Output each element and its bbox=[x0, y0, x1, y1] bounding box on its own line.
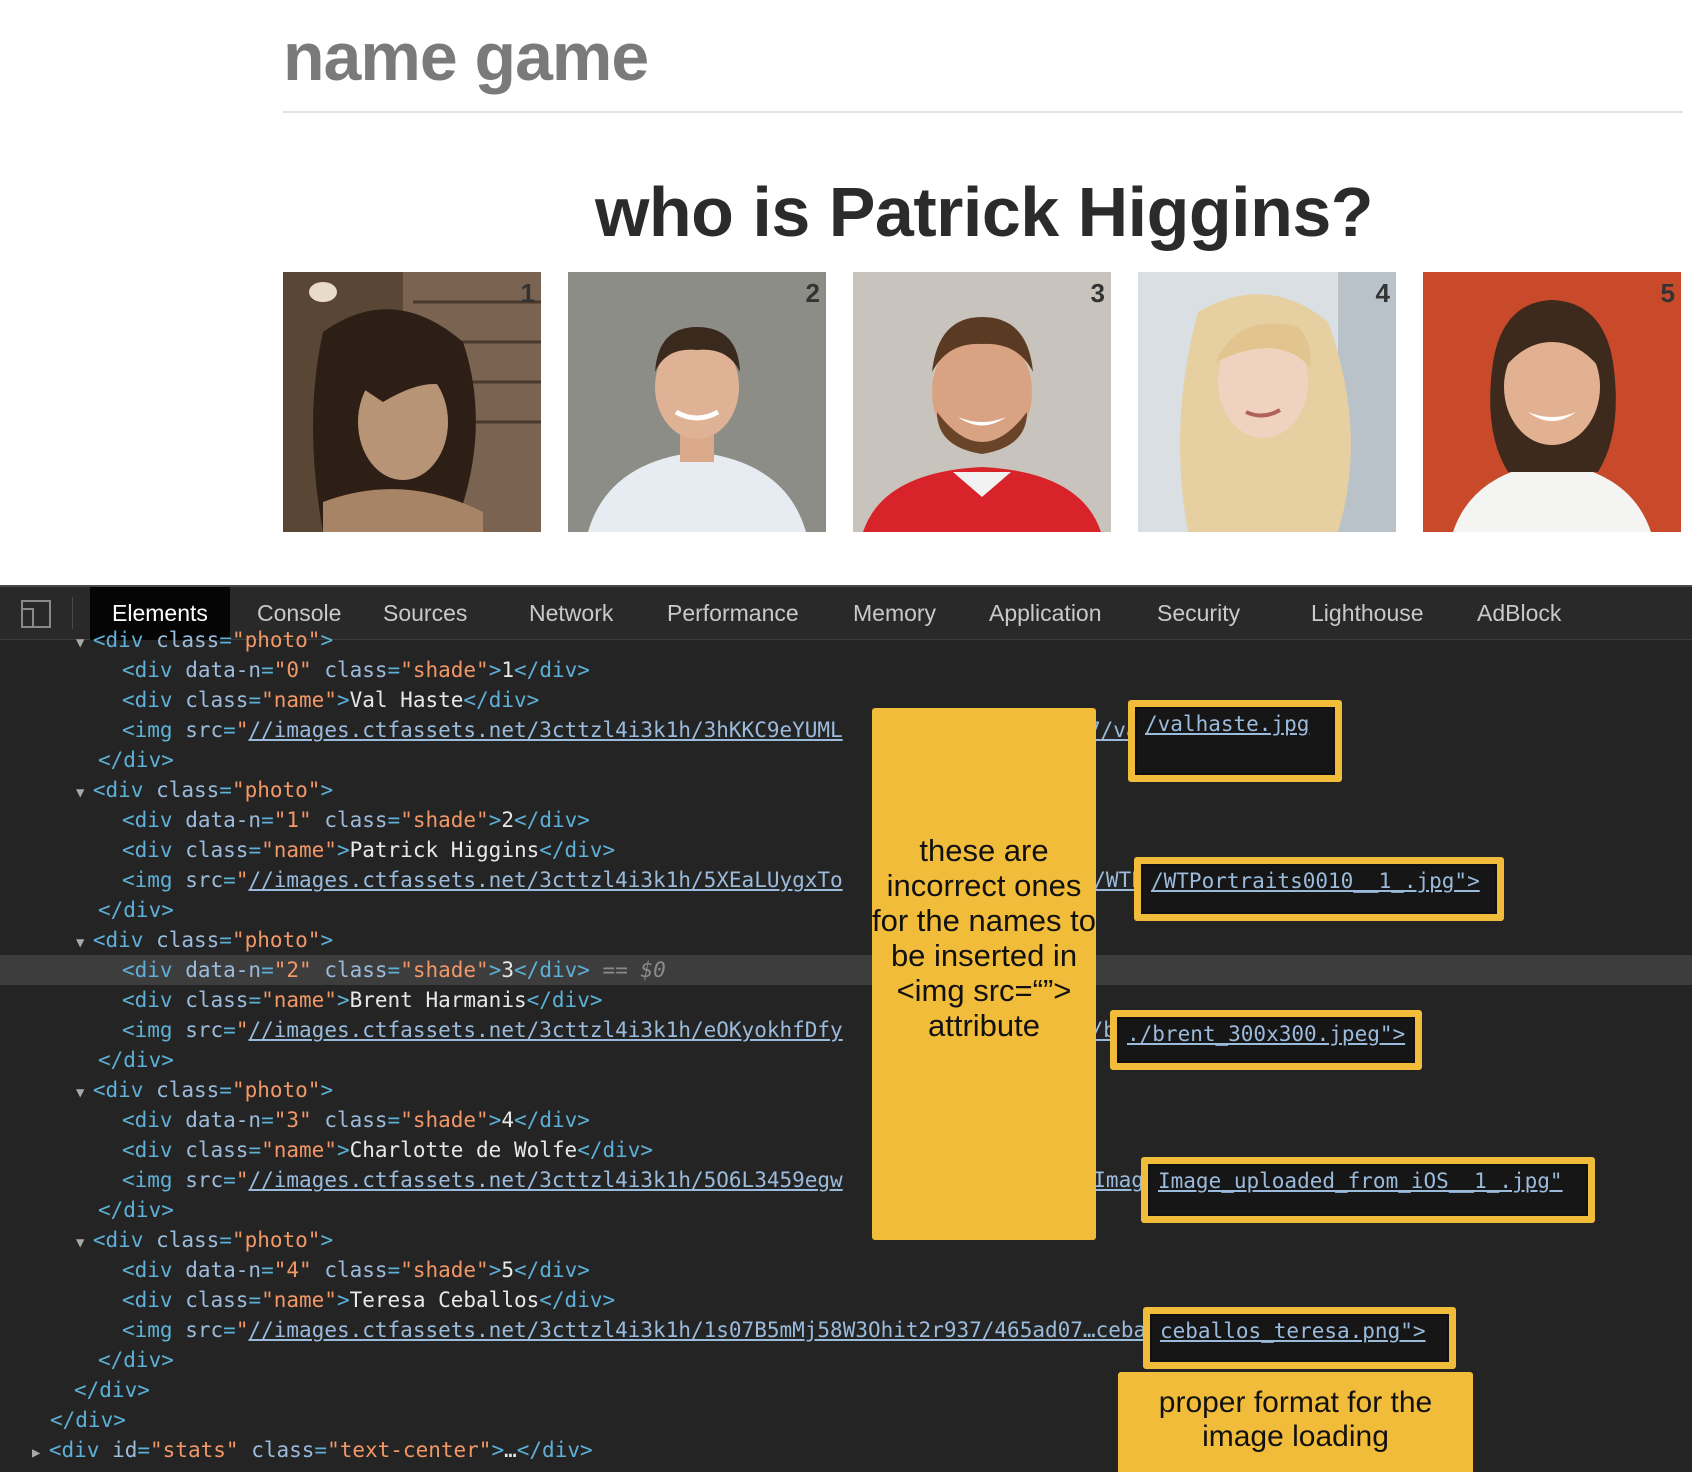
dom-node-close[interactable]: </div> bbox=[0, 1045, 1692, 1075]
highlight-box-wtportraits: /WTPortraits0010__1_.jpg"> bbox=[1134, 857, 1504, 921]
dom-node-shade[interactable]: <div data-n="1" class="shade">2</div> bbox=[0, 805, 1692, 835]
photo-card-2[interactable]: 2 bbox=[568, 272, 826, 532]
photo-number: 3 bbox=[1090, 278, 1105, 308]
dom-node-photo[interactable]: ▼ <div class="photo"> bbox=[0, 1225, 1692, 1255]
photo-card-3[interactable]: 3 bbox=[853, 272, 1111, 532]
dom-node-photo[interactable]: ▼ <div class="photo"> bbox=[0, 925, 1692, 955]
dom-node-close[interactable]: </div> bbox=[0, 745, 1692, 775]
photo-card-5[interactable]: 5 bbox=[1423, 272, 1681, 532]
dom-node-name[interactable]: <div class="name">Val Haste</div> bbox=[0, 685, 1692, 715]
highlight-box-valhaste: /valhaste.jpg bbox=[1128, 700, 1342, 782]
portrait-image bbox=[283, 272, 541, 532]
highlighted-filename: /WTPortraits0010__1_.jpg"> bbox=[1141, 864, 1497, 914]
highlighted-filename: Image_uploaded_from_iOS__1_.jpg" bbox=[1148, 1164, 1588, 1216]
highlighted-filename: /valhaste.jpg bbox=[1135, 707, 1335, 775]
highlight-box-charlotte: Image_uploaded_from_iOS__1_.jpg" bbox=[1141, 1157, 1595, 1223]
photo-number: 5 bbox=[1660, 278, 1675, 308]
dom-node-name[interactable]: <div class="name">Brent Harmanis</div> bbox=[0, 985, 1692, 1015]
highlighted-filename: ./brent_300x300.jpeg"> bbox=[1117, 1017, 1415, 1063]
photo-number: 1 bbox=[520, 278, 535, 308]
photo-card-4[interactable]: 4 bbox=[1138, 272, 1396, 532]
dom-node-photo[interactable]: ▼ <div class="photo"> bbox=[0, 1075, 1692, 1105]
photo-number: 2 bbox=[805, 278, 820, 308]
portrait-image bbox=[1138, 272, 1396, 532]
dom-node-shade[interactable]: <div data-n="0" class="shade">1</div> bbox=[0, 655, 1692, 685]
question-heading: who is Patrick Higgins? bbox=[594, 173, 1374, 251]
site-title: name game bbox=[283, 19, 649, 95]
annotation-note-proper-format: proper format for the image loading bbox=[1118, 1372, 1473, 1472]
dom-node-shade[interactable]: <div data-n="4" class="shade">5</div> bbox=[0, 1255, 1692, 1285]
web-page: name game who is Patrick Higgins? 1 2 3 … bbox=[0, 0, 1692, 585]
photo-card-1[interactable]: 1 bbox=[283, 272, 541, 532]
annotation-note-incorrect: these are incorrect ones for the names t… bbox=[872, 708, 1096, 1240]
portrait-image bbox=[1423, 272, 1681, 532]
dom-node-shade[interactable]: <div data-n="3" class="shade">4</div> bbox=[0, 1105, 1692, 1135]
highlight-box-ceballos: ceballos_teresa.png"> bbox=[1143, 1307, 1456, 1369]
dom-node-photo[interactable]: ▼ <div class="photo"> bbox=[0, 625, 1692, 655]
dom-node-photo[interactable]: ▼ <div class="photo"> bbox=[0, 775, 1692, 805]
dom-node-shade[interactable]: <div data-n="2" class="shade">3</div> ==… bbox=[0, 955, 1692, 985]
highlighted-filename: ceballos_teresa.png"> bbox=[1150, 1314, 1449, 1362]
title-divider bbox=[283, 111, 1683, 113]
highlight-box-brent: ./brent_300x300.jpeg"> bbox=[1110, 1010, 1422, 1070]
portrait-image bbox=[853, 272, 1111, 532]
photo-number: 4 bbox=[1375, 278, 1390, 308]
photo-row: 1 2 3 4 5 bbox=[283, 272, 1683, 532]
portrait-image bbox=[568, 272, 826, 532]
dom-node-img[interactable]: <img src="//images.ctfassets.net/3cttzl4… bbox=[0, 1015, 1692, 1045]
dom-node-img[interactable]: <img src="//images.ctfassets.net/3cttzl4… bbox=[0, 715, 1692, 745]
